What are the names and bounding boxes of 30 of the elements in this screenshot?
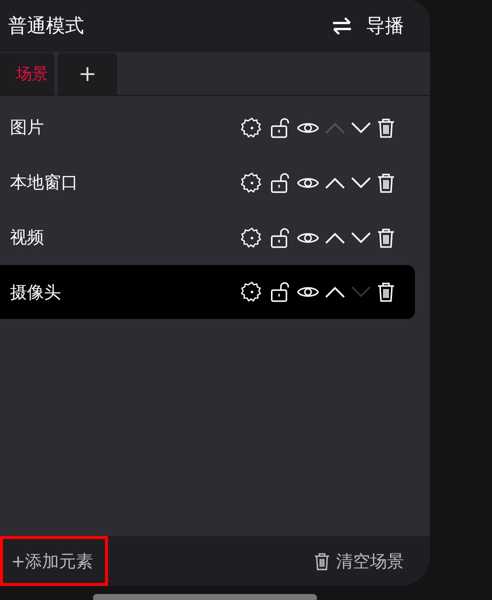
swap-icon bbox=[332, 17, 352, 35]
settings-icon[interactable] bbox=[241, 172, 263, 194]
add-element-button[interactable]: +添加元素 bbox=[0, 536, 108, 586]
eye-icon[interactable] bbox=[297, 284, 319, 300]
mode-title: 普通模式 bbox=[8, 14, 84, 39]
trash-icon bbox=[314, 552, 330, 570]
element-row[interactable]: 图片 bbox=[0, 104, 415, 151]
trash-icon[interactable] bbox=[377, 172, 395, 192]
element-name: 图片 bbox=[10, 117, 44, 139]
unlock-icon[interactable] bbox=[269, 116, 291, 138]
scrollbar[interactable] bbox=[93, 594, 317, 600]
unlock-icon[interactable] bbox=[269, 226, 291, 248]
settings-icon[interactable] bbox=[241, 116, 263, 138]
trash-icon[interactable] bbox=[377, 282, 395, 302]
element-name: 摄像头 bbox=[10, 282, 61, 304]
element-row[interactable]: 摄像头 bbox=[0, 265, 415, 319]
element-name: 视频 bbox=[10, 227, 44, 249]
element-row[interactable]: 视频 bbox=[0, 214, 415, 261]
element-row[interactable]: 本地窗口 bbox=[0, 159, 415, 206]
unlock-icon[interactable] bbox=[269, 281, 291, 303]
settings-icon[interactable] bbox=[241, 226, 263, 248]
unlock-icon[interactable] bbox=[269, 172, 291, 194]
trash-icon[interactable] bbox=[377, 118, 395, 138]
trash-icon[interactable] bbox=[377, 228, 395, 248]
scene-tab[interactable]: + bbox=[58, 53, 117, 95]
switch-button[interactable]: 导播 bbox=[332, 13, 404, 39]
element-name: 本地窗口 bbox=[10, 172, 78, 194]
clear-scene-button[interactable]: 清空场景 bbox=[314, 550, 404, 572]
settings-icon[interactable] bbox=[241, 281, 263, 303]
scene-tab[interactable]: 场景 bbox=[0, 53, 54, 95]
